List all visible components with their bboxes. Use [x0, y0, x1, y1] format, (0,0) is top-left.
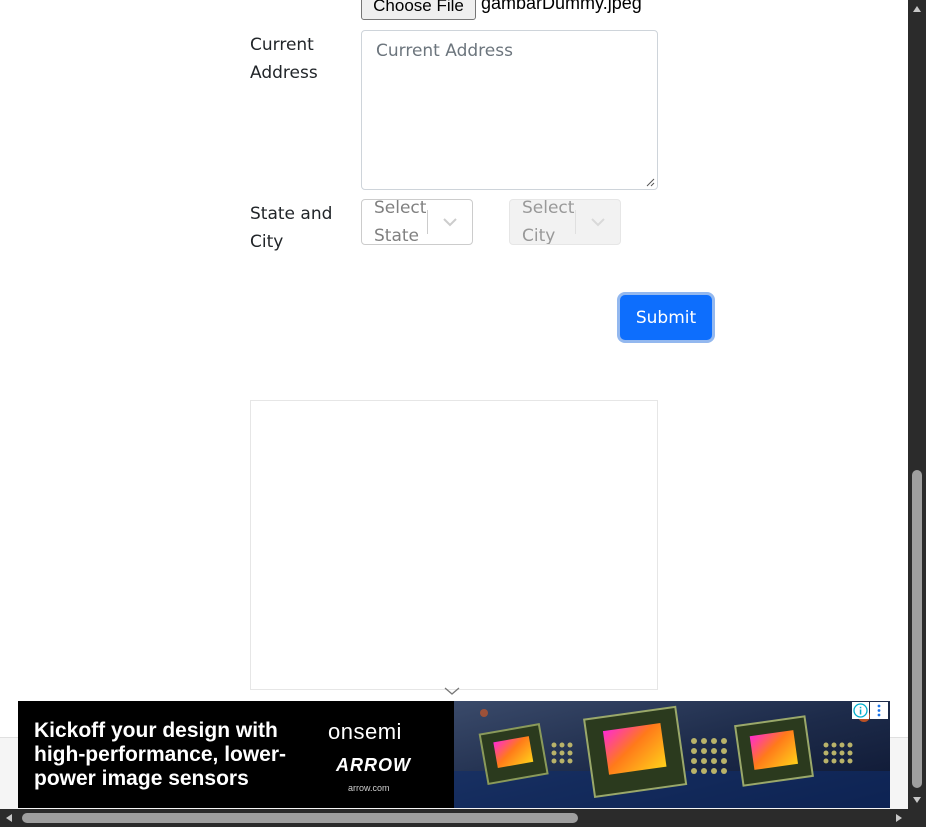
scroll-right-arrow-icon[interactable] [890, 809, 908, 827]
arrow-logo: ARROW [336, 755, 411, 775]
scrollbar-corner [908, 809, 926, 827]
page-viewport: Choose File gambarDummy.jpeg Current Add… [0, 0, 908, 809]
onsemi-logo: onsemi [328, 719, 402, 744]
city-select[interactable]: Select City [509, 199, 621, 245]
chevron-down-icon[interactable] [428, 200, 472, 244]
state-city-label: State and City [250, 204, 333, 252]
banner-url: arrow.com [348, 783, 390, 793]
submit-button[interactable]: Submit [620, 295, 712, 340]
image-sensor-chips-image [454, 701, 890, 808]
banner-headline: Kickoff your design with high-performanc… [34, 719, 287, 790]
ad-info-icon[interactable] [852, 702, 869, 719]
collapse-chevron-icon[interactable] [444, 686, 460, 696]
resize-grip-icon[interactable] [646, 178, 655, 187]
banner-ad[interactable]: Kickoff your design with high-performanc… [18, 701, 890, 808]
state-select-placeholder: Select State [374, 199, 427, 245]
chevron-down-icon[interactable] [576, 200, 620, 244]
horizontal-scrollbar[interactable] [0, 809, 908, 827]
scroll-up-arrow-icon[interactable] [908, 0, 926, 18]
scroll-down-arrow-icon[interactable] [908, 791, 926, 809]
vertical-scrollbar-thumb[interactable] [912, 470, 922, 788]
ad-placeholder-frame [250, 400, 658, 690]
selected-file-name: gambarDummy.jpeg [481, 0, 642, 13]
choose-file-button[interactable]: Choose File [361, 0, 476, 20]
current-address-textarea[interactable]: Current Address [361, 30, 658, 190]
state-select[interactable]: Select State [361, 199, 473, 245]
horizontal-scrollbar-thumb[interactable] [22, 813, 578, 823]
vertical-scrollbar[interactable] [908, 0, 926, 809]
current-address-label: Current Address [250, 35, 318, 83]
current-address-placeholder: Current Address [376, 41, 513, 61]
scroll-left-arrow-icon[interactable] [0, 809, 18, 827]
city-select-placeholder: Select City [522, 199, 575, 245]
kebab-menu-icon[interactable] [870, 702, 888, 719]
